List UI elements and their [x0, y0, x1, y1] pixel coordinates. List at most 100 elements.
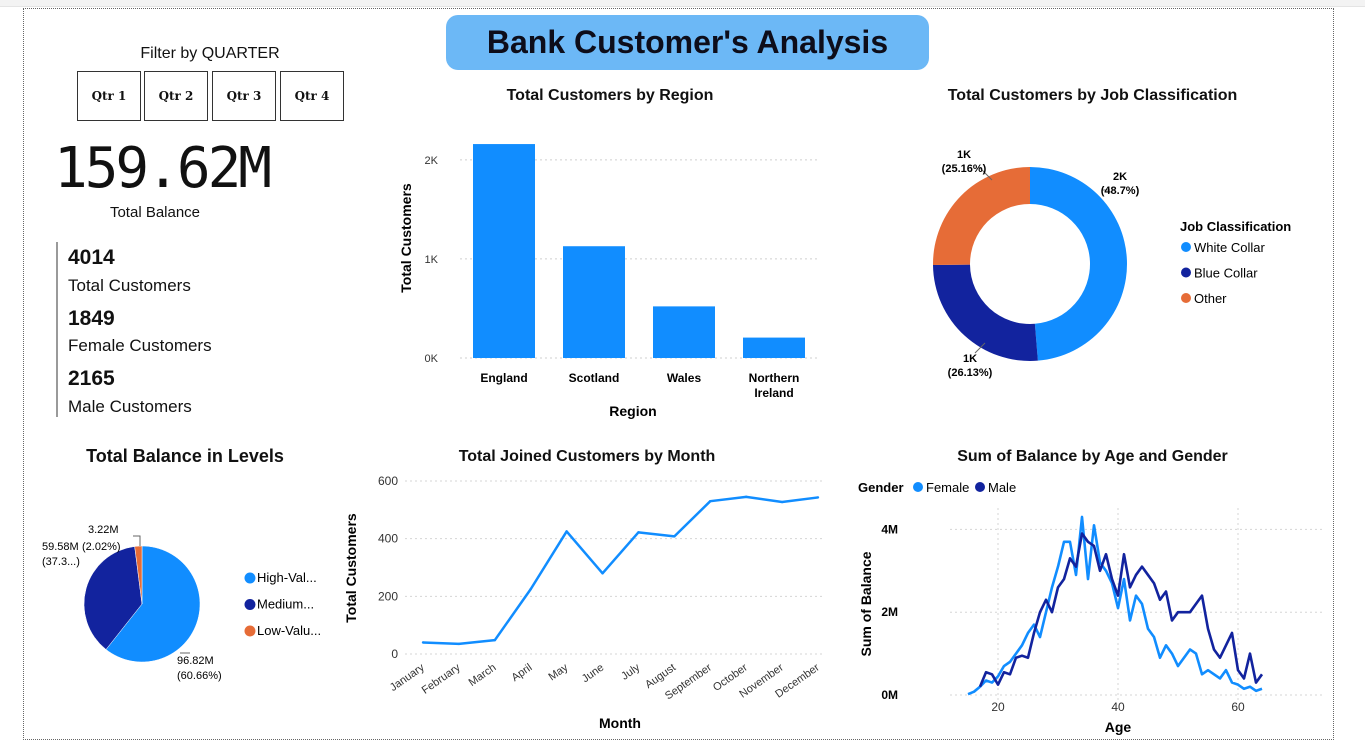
legend-label: High-Val... — [257, 570, 317, 585]
data-point — [816, 496, 820, 499]
legend-marker — [913, 482, 923, 492]
data-point — [457, 642, 461, 646]
job-chart-title: Total Customers by Job Classification — [947, 87, 1238, 104]
x-axis-title: Age — [1105, 719, 1132, 735]
slice-blue-collar — [933, 264, 1038, 361]
data-point — [529, 587, 532, 591]
qtr-1-button[interactable]: Qtr 1 — [77, 71, 141, 121]
kpi-divider — [56, 242, 58, 417]
legend-title: Gender — [858, 480, 904, 495]
y-axis-title: Total Customers — [343, 513, 359, 623]
y-tick-label: 400 — [378, 532, 398, 546]
x-tick-label: England — [480, 371, 527, 385]
x-tick-label: July — [619, 661, 642, 682]
legend-label: Medium... — [257, 597, 314, 612]
y-tick-label: 0M — [881, 688, 898, 702]
legend-marker — [1181, 267, 1191, 278]
data-label-value: 59.58M — [42, 541, 79, 553]
region-plot: 0K 1K 2K England Scotland Wales NorthernIrelan… — [398, 144, 820, 419]
y-tick-label: 2K — [425, 155, 439, 167]
female-customers-value: 1849 — [68, 307, 115, 330]
y-tick-label: 0K — [425, 353, 439, 365]
job-donut-chart: 2K (48.7%) 1K (26.13%) 1K (25.16%) Job Classif… — [933, 149, 1291, 379]
data-point — [673, 535, 676, 538]
x-tick-label: Wales — [667, 371, 702, 385]
data-label-value: 3.22M — [88, 524, 119, 536]
y-tick-label: 4M — [881, 522, 898, 536]
slice-other — [933, 167, 1030, 265]
bar-england — [473, 144, 535, 358]
region-chart-title: Total Customers by Region — [506, 87, 714, 104]
levels-chart-title: Total Balance in Levels — [86, 446, 284, 466]
x-tick-label: Northern — [749, 371, 800, 385]
bar-northern-ireland — [743, 337, 805, 358]
data-point — [421, 641, 425, 644]
page-title: Bank Customer's Analysis — [446, 15, 929, 70]
x-tick-label: Scotland — [569, 371, 620, 385]
monthly-plot: 0200400600JanuaryFebruary March April May Ju… — [343, 474, 825, 731]
age-chart-title: Sum of Balance by Age and Gender — [957, 448, 1228, 465]
data-label-percent: (48.7%) — [1101, 185, 1140, 197]
legend-marker — [1181, 293, 1191, 303]
data-label-percent: (25.16%) — [942, 163, 987, 175]
legend-label: White Collar — [1194, 240, 1265, 255]
bar-scotland — [563, 246, 625, 358]
region-bar-chart: 0K 1K 2K England Scotland Wales NorthernIrelan… — [398, 144, 820, 419]
page-title-text: Bank Customer's Analysis — [486, 24, 889, 60]
x-axis-title: Month — [599, 715, 641, 731]
y-axis-title: Total Customers — [398, 183, 414, 293]
data-point — [744, 495, 748, 499]
y-tick-label: 200 — [378, 589, 398, 603]
x-tick-label: March — [467, 662, 499, 689]
total-balance-value: 159.62M — [54, 136, 272, 201]
data-label-value: 2K — [1113, 171, 1127, 183]
legend-marker — [244, 599, 256, 610]
window-top-strip — [0, 0, 1365, 7]
legend-label: Blue Collar — [1194, 266, 1258, 281]
data-label-percent: (2.02%) — [82, 541, 121, 553]
legend-label: Other — [1194, 291, 1227, 306]
data-point — [565, 530, 568, 533]
x-tick-label: April — [510, 662, 535, 684]
total-customers-label: Total Customers — [68, 276, 191, 295]
monthly-chart-title: Total Joined Customers by Month — [458, 448, 716, 465]
x-axis-title: Region — [609, 403, 656, 419]
data-label-value: 96.82M — [177, 655, 214, 667]
bar-wales — [653, 306, 715, 358]
data-point — [601, 572, 604, 575]
data-label-percent: (37.3...) — [42, 556, 80, 568]
x-tick-label: May — [546, 661, 570, 683]
quarter-filter-title: Filter by QUARTER — [140, 45, 280, 62]
x-tick-label: 60 — [1231, 700, 1245, 714]
x-tick-label: February — [420, 661, 463, 696]
data-label-value: 1K — [963, 353, 977, 365]
male-customers-value: 2165 — [68, 367, 115, 390]
data-point — [637, 531, 640, 534]
age-plot: 0M 2M 4M 20 40 60 Gender Female Male Age Sum of Ba… — [858, 480, 1325, 735]
levels-pie-chart: 96.82M (60.66%) 59.58M (37.3...) 3.22M (2.02%… — [42, 524, 321, 682]
qtr-4-button[interactable]: Qtr 4 — [280, 71, 344, 121]
legend-label: Female — [926, 480, 969, 495]
y-axis-title: Sum of Balance — [858, 551, 874, 656]
x-tick-label: 20 — [991, 700, 1005, 714]
legend-marker — [244, 625, 256, 637]
female-customers-label: Female Customers — [68, 336, 212, 355]
data-point — [493, 638, 497, 642]
series-line-male — [978, 532, 1264, 688]
data-label-value: 1K — [957, 149, 971, 161]
levels-plot: 96.82M (60.66%) 59.58M (37.3...) 3.22M (2.02%… — [42, 524, 321, 682]
y-tick-label: 1K — [425, 254, 439, 266]
data-point — [780, 500, 784, 504]
qtr-3-button[interactable]: Qtr 3 — [212, 71, 276, 121]
x-tick-label: 40 — [1111, 700, 1125, 714]
age-gender-line-chart: 0M 2M 4M 20 40 60 Gender Female Male Age Sum of Ba… — [858, 480, 1325, 735]
y-tick-label: 600 — [378, 474, 398, 488]
legend-marker — [244, 572, 256, 584]
legend-title: Job Classification — [1180, 219, 1291, 234]
x-tick-label: Ireland — [754, 386, 793, 400]
y-tick-label: 2M — [881, 605, 898, 619]
legend-marker — [1181, 242, 1191, 252]
total-customers-value: 4014 — [68, 246, 115, 269]
male-customers-label: Male Customers — [68, 397, 192, 416]
qtr-2-button[interactable]: Qtr 2 — [144, 71, 208, 121]
